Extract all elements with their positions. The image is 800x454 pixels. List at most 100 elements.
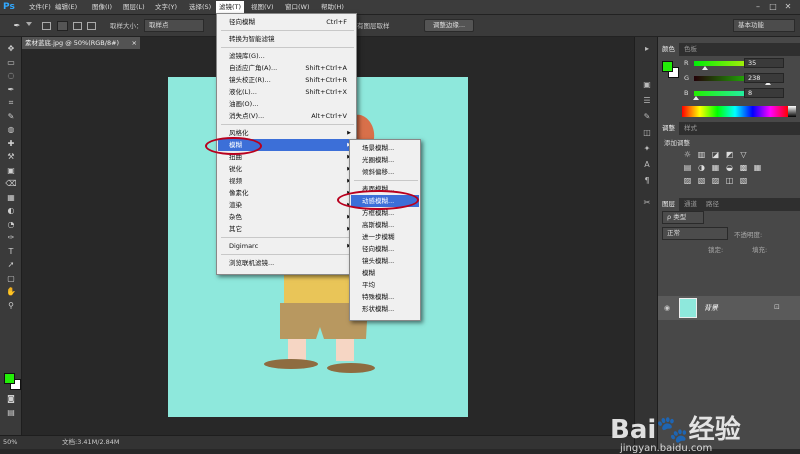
adjustment-icon[interactable]: ▧ (738, 175, 749, 186)
blur-submenu-item[interactable]: 进一步模糊 (351, 231, 419, 243)
dodge-tool-icon[interactable]: ◔ (4, 219, 18, 230)
zoom-tool-icon[interactable]: ⚲ (4, 300, 18, 311)
adjustment-icon[interactable]: ◒ (724, 162, 735, 173)
menu-1[interactable]: 文件(F) (26, 1, 54, 14)
filter-menu-item[interactable]: 自适应广角(A)... Shift+Ctrl+A (218, 62, 355, 74)
color-spectrum[interactable] (682, 106, 788, 117)
adjustment-icon[interactable]: ▩ (738, 162, 749, 173)
channel-value-g[interactable]: 238 (744, 73, 784, 83)
zoom-level[interactable]: 50% (3, 436, 17, 449)
refine-edge-button[interactable]: 调整边缘... (424, 19, 474, 32)
tab-adjustments[interactable]: 调整 (658, 122, 679, 135)
blur-submenu-item[interactable]: 特殊模糊... (351, 291, 419, 303)
adjustment-icon[interactable]: ▽ (738, 149, 749, 160)
type-tool-icon[interactable]: T (4, 246, 18, 257)
filter-menu-item[interactable]: 转换为智能滤镜 (218, 33, 355, 45)
pen-tool-icon[interactable]: ✑ (4, 232, 18, 243)
adjustment-icon[interactable]: ◫ (724, 175, 735, 186)
character-icon[interactable]: A (641, 159, 653, 171)
document-tab[interactable]: 素材蓝底.jpg @ 50%(RGB/8#) × (22, 37, 140, 49)
filter-menu-item[interactable]: 其它▶ (218, 223, 355, 235)
blur-submenu-item[interactable]: 镜头模糊... (351, 255, 419, 267)
screen-mode-icon[interactable]: ▤ (4, 407, 18, 418)
quick-select-tool-icon[interactable]: ✒ (4, 84, 18, 95)
blur-submenu-item[interactable]: 光圈模糊... (351, 154, 419, 166)
filter-menu-item[interactable]: 渲染▶ (218, 199, 355, 211)
adjustment-icon[interactable]: ▨ (710, 175, 721, 186)
spot-heal-tool-icon[interactable]: ◍ (4, 124, 18, 135)
minimize-button[interactable]: – (753, 2, 763, 12)
menu-4[interactable]: 图层(L) (120, 1, 148, 14)
brush-tool-icon[interactable]: ✚ (4, 138, 18, 149)
blur-submenu-item[interactable]: 平均 (351, 279, 419, 291)
clone-tool-icon[interactable]: ⚒ (4, 151, 18, 162)
adjustment-icon[interactable]: ◩ (724, 149, 735, 160)
paragraph-icon[interactable]: ¶ (641, 175, 653, 187)
layer-name[interactable]: 背景 (704, 303, 718, 313)
menu-3[interactable]: 图像(I) (89, 1, 115, 14)
gradient-tool-icon[interactable]: ▦ (4, 192, 18, 203)
blur-submenu-item[interactable]: 形状模糊... (351, 303, 419, 315)
blur-submenu-item[interactable]: 高斯模糊... (351, 219, 419, 231)
adjustment-icon[interactable]: ◪ (710, 149, 721, 160)
blend-mode-select[interactable]: 正常 (662, 227, 728, 240)
brush-preset-icon[interactable]: ✎ (641, 111, 653, 123)
foreground-color-swatch[interactable] (662, 61, 673, 72)
visibility-eye-icon[interactable]: ◉ (664, 304, 670, 312)
tool-preset-chevron-icon[interactable] (26, 22, 32, 26)
adjustment-icon[interactable]: ▤ (682, 162, 693, 173)
filter-menu-item[interactable]: 油画(O)... (218, 98, 355, 110)
tab-swatches[interactable]: 色板 (680, 43, 701, 56)
channel-slider-thumb[interactable] (693, 96, 700, 100)
clone-source-icon[interactable]: ◫ (641, 127, 653, 139)
move-tool-icon[interactable]: ✥ (4, 43, 18, 54)
channel-value-b[interactable]: 8 (744, 88, 784, 98)
layer-filter-select[interactable]: ρ 类型 (662, 211, 704, 224)
filter-menu-item[interactable]: 滤镜库(G)... (218, 50, 355, 62)
filter-menu-item[interactable]: 视频▶ (218, 175, 355, 187)
close-button[interactable]: ✕ (783, 2, 793, 12)
filter-menu-item[interactable]: 浏览联机滤镜... (218, 257, 355, 269)
fg-color-tool-swatch[interactable] (4, 373, 15, 384)
history-icon[interactable]: ▣ (641, 79, 653, 91)
close-tab-icon[interactable]: × (132, 37, 137, 49)
expand-icon[interactable]: ▸ (641, 43, 653, 55)
filter-menu-item[interactable]: Digimarc▶ (218, 240, 355, 252)
tab-color[interactable]: 颜色 (658, 43, 679, 56)
tab-paths[interactable]: 路径 (702, 198, 723, 211)
new-selection-icon[interactable] (42, 22, 51, 30)
menu-2[interactable]: 编辑(E) (52, 1, 80, 14)
channel-slider-thumb[interactable] (702, 66, 709, 70)
workspace-select[interactable]: 基本功能 (733, 19, 795, 32)
tool-preset-icon[interactable]: ✦ (641, 143, 653, 155)
history-tool-icon[interactable]: ▣ (4, 165, 18, 176)
tab-styles[interactable]: 样式 (680, 122, 701, 135)
menu-5[interactable]: 文字(Y) (152, 1, 180, 14)
blur-submenu-item[interactable]: 场景模糊... (351, 142, 419, 154)
eyedropper-tool-icon[interactable]: ✎ (4, 111, 18, 122)
shape-tool-icon[interactable]: ▢ (4, 273, 18, 284)
tab-layers[interactable]: 图层 (658, 198, 679, 211)
eraser-tool-icon[interactable]: ⌫ (4, 178, 18, 189)
adjustment-icon[interactable]: ▦ (752, 162, 763, 173)
adjustment-icon[interactable]: ▥ (696, 149, 707, 160)
lasso-tool-icon[interactable]: ◌ (4, 70, 18, 81)
channel-value-r[interactable]: 35 (744, 58, 784, 68)
adjustment-icon[interactable]: ☼ (682, 149, 693, 160)
blur-submenu-item[interactable]: 倾斜偏移... (351, 166, 419, 178)
hand-tool-icon[interactable]: ✋ (4, 286, 18, 297)
tools-icon[interactable]: ✂ (641, 197, 653, 209)
menu-6[interactable]: 选择(S) (186, 1, 214, 14)
adjustment-icon[interactable]: ▨ (682, 175, 693, 186)
marquee-tool-icon[interactable]: ▭ (4, 57, 18, 68)
grayscale-ramp[interactable] (788, 106, 796, 117)
add-selection-icon[interactable] (57, 21, 68, 31)
eyedropper-tool-icon[interactable]: ✒ (10, 20, 24, 31)
adjustment-icon[interactable]: ▧ (696, 175, 707, 186)
actions-icon[interactable]: ☰ (641, 95, 653, 107)
filter-menu-item[interactable]: 杂色▶ (218, 211, 355, 223)
filter-menu-item[interactable]: 像素化▶ (218, 187, 355, 199)
maximize-button[interactable]: □ (768, 2, 778, 12)
quick-mask-icon[interactable]: ◙ (4, 393, 18, 404)
path-select-tool-icon[interactable]: ➚ (4, 259, 18, 270)
